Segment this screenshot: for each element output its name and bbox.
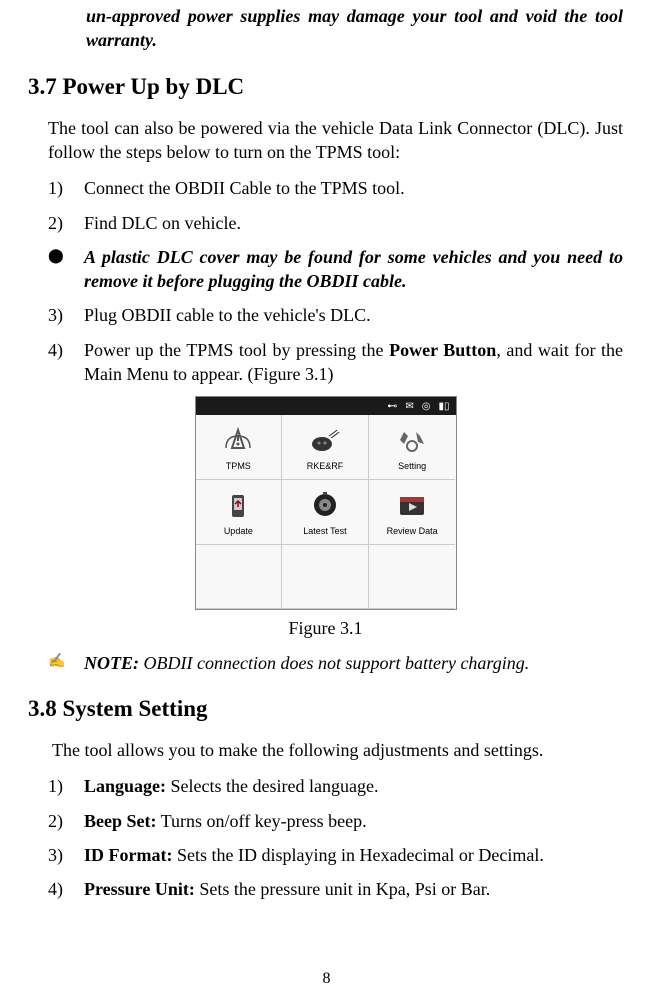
setting-item-language: 1) Language: Selects the desired languag… — [48, 774, 623, 798]
step-number: 4) — [48, 338, 84, 387]
tpms-icon — [217, 422, 259, 458]
item-number: 3) — [48, 843, 84, 867]
note-icon: ✍ — [48, 651, 84, 675]
step-1: 1) Connect the OBDII Cable to the TPMS t… — [48, 176, 623, 200]
item-desc: Sets the pressure unit in Kpa, Psi or Ba… — [195, 879, 490, 899]
note-label: NOTE: — [84, 653, 139, 673]
menu-label: Update — [224, 525, 253, 537]
item-label: Language: — [84, 776, 166, 796]
latest-test-icon — [304, 487, 346, 523]
section-3-7-heading: 3.7 Power Up by DLC — [28, 71, 623, 102]
step-text: Plug OBDII cable to the vehicle's DLC. — [84, 303, 623, 327]
menu-label: Setting — [398, 460, 426, 472]
empty-cell — [282, 545, 369, 610]
note-text: NOTE: OBDII connection does not support … — [84, 651, 623, 675]
item-number: 1) — [48, 774, 84, 798]
update-icon — [217, 487, 259, 523]
figure-3-1: ⊷ ✉ ◎ ▮▯ TPMS RKE&RF Setting Up — [195, 396, 457, 610]
signal-icon: ◎ — [422, 400, 431, 414]
menu-rke-rf: RKE&RF — [282, 415, 369, 480]
section-3-7-steps: 1) Connect the OBDII Cable to the TPMS t… — [48, 176, 623, 235]
note-body: OBDII connection does not support batter… — [139, 653, 529, 673]
empty-cell — [369, 545, 456, 610]
empty-cell — [196, 545, 283, 610]
step-text: Find DLC on vehicle. — [84, 211, 623, 235]
menu-review-data: Review Data — [369, 480, 456, 545]
menu-setting: Setting — [369, 415, 456, 480]
menu-tpms: TPMS — [196, 415, 283, 480]
setting-item-beep: 2) Beep Set: Turns on/off key-press beep… — [48, 809, 623, 833]
menu-label: RKE&RF — [307, 460, 344, 472]
step-number: 1) — [48, 176, 84, 200]
item-text: Beep Set: Turns on/off key-press beep. — [84, 809, 623, 833]
step-number: 2) — [48, 211, 84, 235]
menu-label: Latest Test — [303, 525, 346, 537]
item-text: Language: Selects the desired language. — [84, 774, 623, 798]
battery-icon: ▮▯ — [438, 400, 449, 414]
item-label: ID Format: — [84, 845, 172, 865]
dlc-cover-note: ⬤ A plastic DLC cover may be found for s… — [48, 245, 623, 294]
obdii-note: ✍ NOTE: OBDII connection does not suppor… — [48, 651, 623, 675]
device-status-bar: ⊷ ✉ ◎ ▮▯ — [196, 397, 456, 415]
item-number: 2) — [48, 809, 84, 833]
menu-latest-test: Latest Test — [282, 480, 369, 545]
bullet-text: A plastic DLC cover may be found for som… — [84, 245, 623, 294]
review-data-icon — [391, 487, 433, 523]
item-number: 4) — [48, 877, 84, 901]
setting-item-pressure-unit: 4) Pressure Unit: Sets the pressure unit… — [48, 877, 623, 901]
menu-label: Review Data — [387, 525, 438, 537]
item-label: Pressure Unit: — [84, 879, 195, 899]
section-3-8-items: 1) Language: Selects the desired languag… — [48, 774, 623, 901]
item-desc: Turns on/off key-press beep. — [156, 811, 366, 831]
step-2: 2) Find DLC on vehicle. — [48, 211, 623, 235]
section-3-8-heading: 3.8 System Setting — [28, 693, 623, 724]
setting-icon — [391, 422, 433, 458]
bullet-icon: ⬤ — [48, 245, 84, 294]
step-number: 3) — [48, 303, 84, 327]
power-button-label: Power Button — [389, 340, 496, 360]
warning-continuation: un-approved power supplies may damage yo… — [86, 4, 623, 53]
menu-label: TPMS — [226, 460, 251, 472]
menu-update: Update — [196, 480, 283, 545]
usb-icon: ⊷ — [387, 400, 397, 414]
step-text: Connect the OBDII Cable to the TPMS tool… — [84, 176, 623, 200]
setting-item-id-format: 3) ID Format: Sets the ID displaying in … — [48, 843, 623, 867]
step-3: 3) Plug OBDII cable to the vehicle's DLC… — [48, 303, 623, 327]
item-desc: Selects the desired language. — [166, 776, 378, 796]
figure-caption: Figure 3.1 — [28, 616, 623, 640]
step4-pre: Power up the TPMS tool by pressing the — [84, 340, 389, 360]
step-text: Power up the TPMS tool by pressing the P… — [84, 338, 623, 387]
item-text: ID Format: Sets the ID displaying in Hex… — [84, 843, 623, 867]
section-3-7-steps-cont: 3) Plug OBDII cable to the vehicle's DLC… — [48, 303, 623, 386]
step-4: 4) Power up the TPMS tool by pressing th… — [48, 338, 623, 387]
main-menu-grid: TPMS RKE&RF Setting Update Latest Test — [196, 415, 456, 609]
mail-icon: ✉ — [405, 400, 413, 414]
item-desc: Sets the ID displaying in Hexadecimal or… — [172, 845, 543, 865]
section-3-7-intro: The tool can also be powered via the veh… — [48, 116, 623, 165]
section-3-8-intro: The tool allows you to make the followin… — [52, 738, 623, 762]
item-text: Pressure Unit: Sets the pressure unit in… — [84, 877, 623, 901]
page-number: 8 — [0, 968, 653, 990]
rke-icon — [304, 422, 346, 458]
item-label: Beep Set: — [84, 811, 156, 831]
